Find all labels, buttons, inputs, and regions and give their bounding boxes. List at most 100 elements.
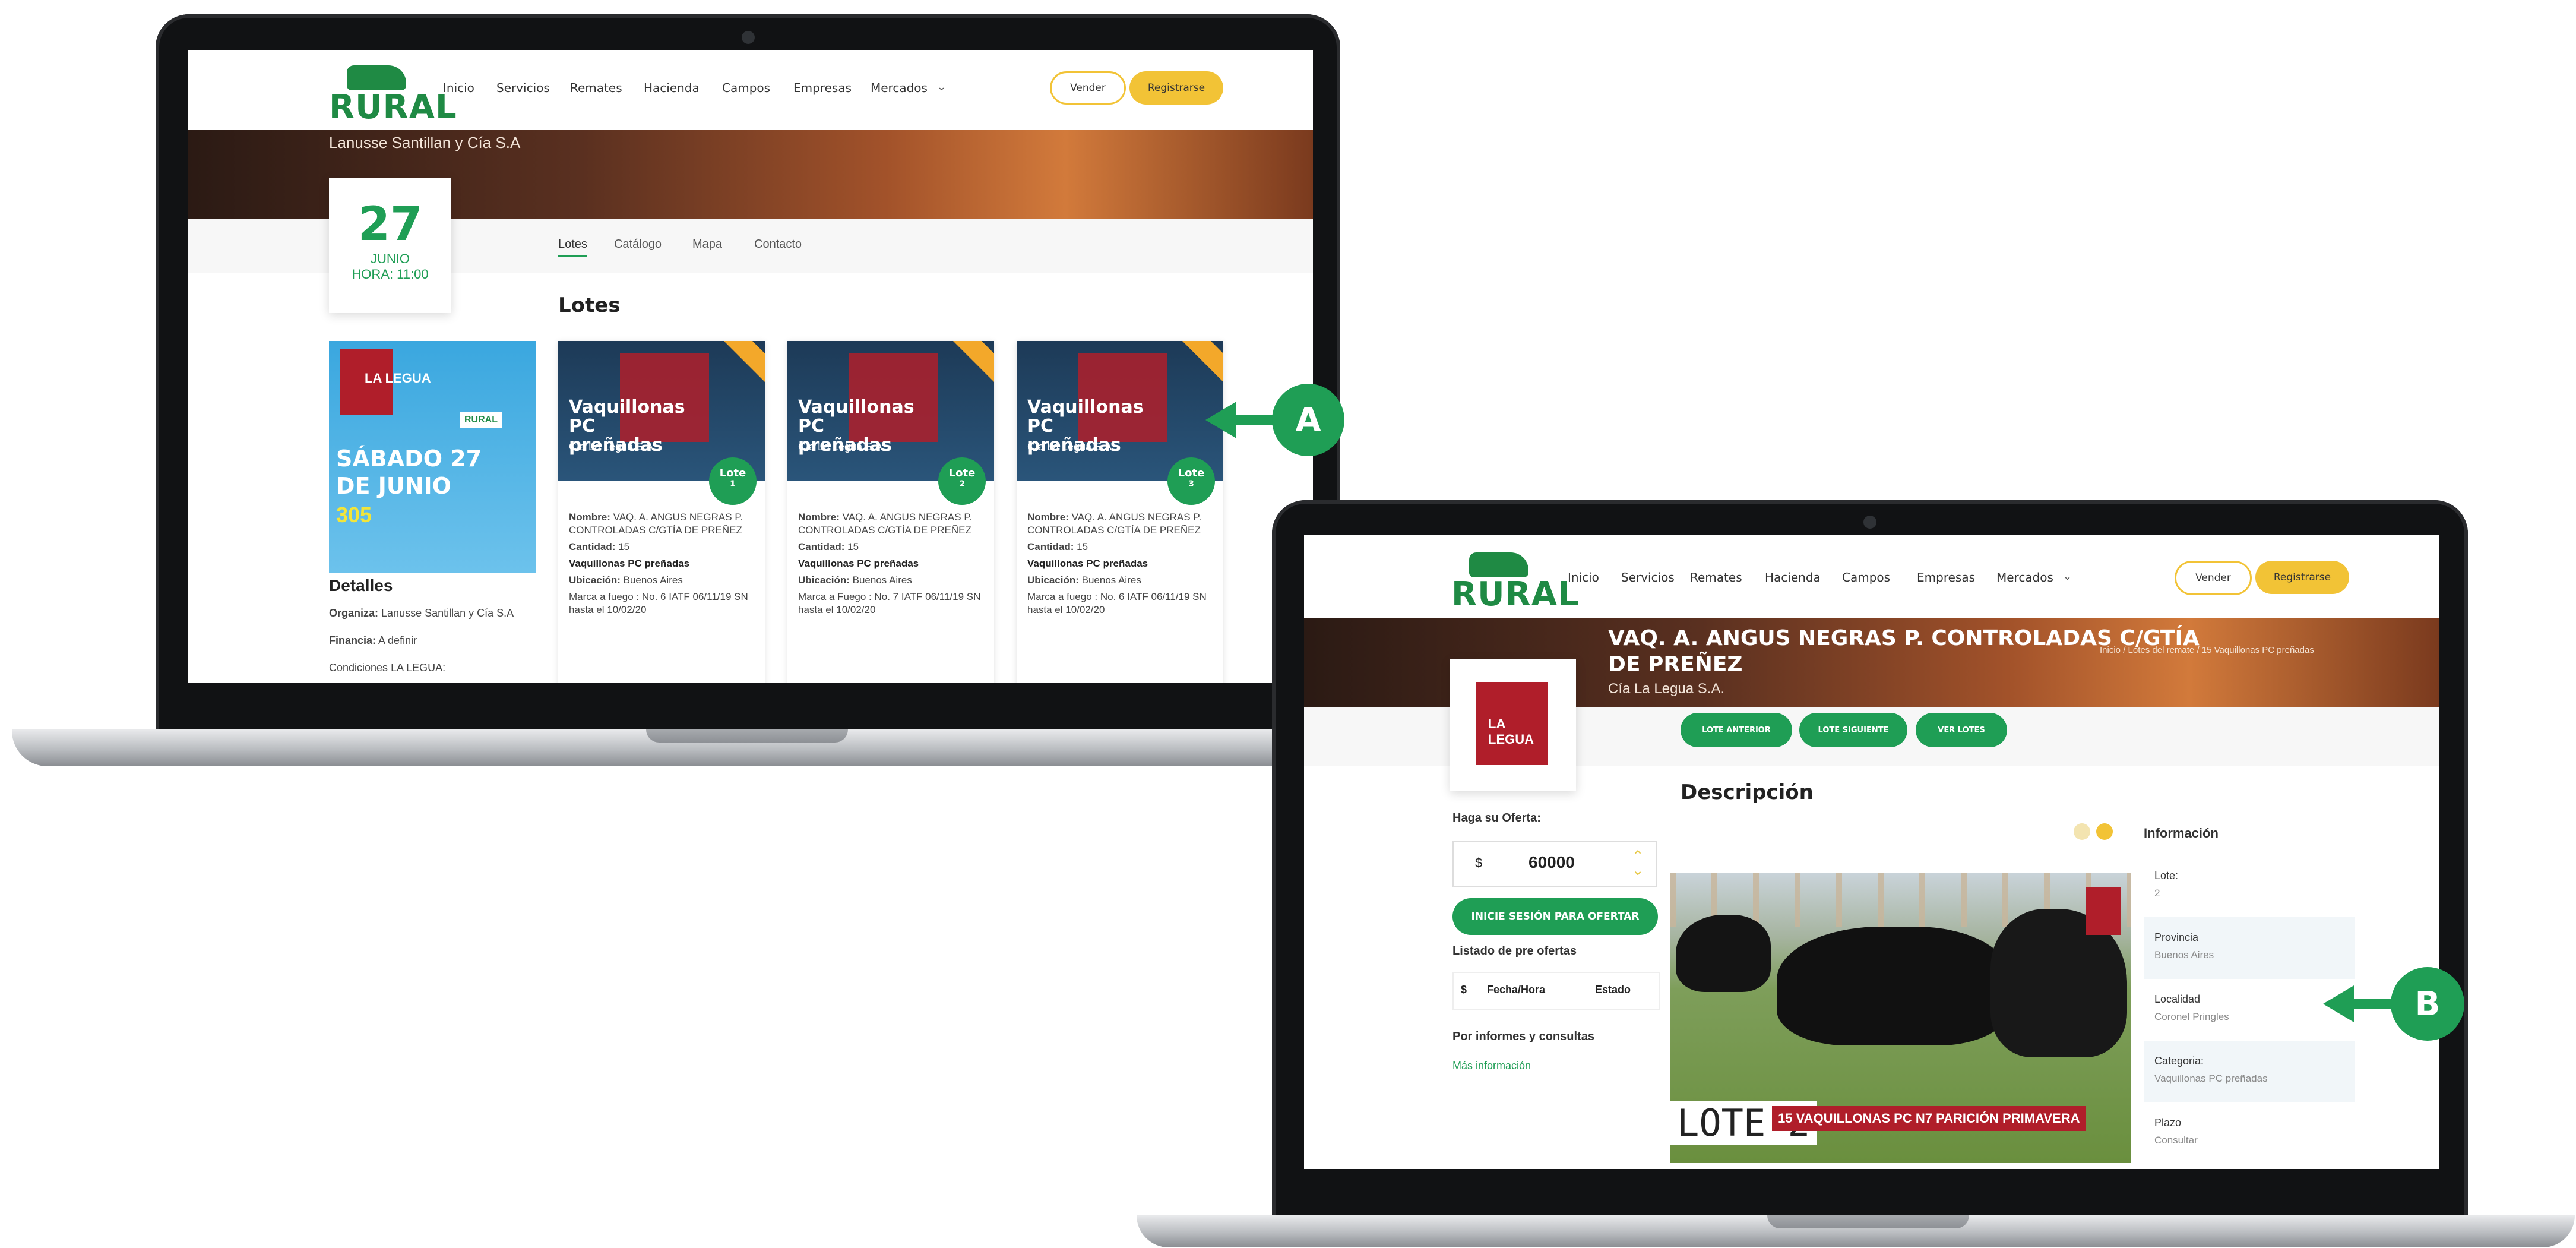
lot-title-line2: DE PREÑEZ xyxy=(1608,652,1743,677)
callout-a-arrowhead xyxy=(1205,402,1236,438)
pre-offers-table-header: $ Fecha/Hora Estado xyxy=(1452,972,1660,1010)
nav-campos[interactable]: Campos xyxy=(1842,570,1890,584)
lot-card-seller: Cía La Legua S.A. xyxy=(1027,441,1115,453)
registrarse-button[interactable]: Registrarse xyxy=(1129,71,1223,105)
lot-cantidad: Cantidad: 15 xyxy=(798,541,986,554)
nav-campos[interactable]: Campos xyxy=(722,81,770,95)
nav-inicio[interactable]: Inicio xyxy=(443,81,474,95)
prev-media-icon[interactable] xyxy=(2074,823,2090,840)
cantidad-label: Cantidad: xyxy=(1027,541,1074,552)
site-logo[interactable]: RURAL xyxy=(329,62,457,127)
nav-mercados[interactable]: Mercados xyxy=(871,81,928,95)
nav-mercados[interactable]: Mercados xyxy=(1996,570,2053,584)
cow-logo-icon xyxy=(347,65,406,90)
registrarse-button-b[interactable]: Registrarse xyxy=(2255,561,2349,594)
breadcrumb-current: 15 Vaquillonas PC preñadas xyxy=(2201,645,2314,655)
col-currency: $ xyxy=(1461,984,1467,996)
lot-categoria: Vaquillonas PC preñadas xyxy=(798,558,919,569)
lot-nombre: Nombre: VAQ. A. ANGUS NEGRAS P. CONTROLA… xyxy=(1027,511,1215,537)
tab-contacto[interactable]: Contacto xyxy=(754,238,802,251)
lot-video[interactable]: LOTE 2 15 VAQUILLONAS PC N7 PARICIÓN PRI… xyxy=(1670,873,2131,1163)
lot-card-body: Nombre: VAQ. A. ANGUS NEGRAS P. CONTROLA… xyxy=(798,511,986,617)
nav-empresas[interactable]: Empresas xyxy=(1917,570,1975,584)
vender-button-b[interactable]: Vender xyxy=(2175,561,2252,595)
nav-hacienda[interactable]: Hacienda xyxy=(644,81,700,95)
next-lot-button[interactable]: LOTE SIGUIENTE xyxy=(1799,713,1907,747)
offer-currency: $ xyxy=(1475,855,1483,870)
nav-servicios[interactable]: Servicios xyxy=(1621,570,1675,584)
nav-servicios[interactable]: Servicios xyxy=(496,81,550,95)
poster-count: 305 xyxy=(336,503,372,527)
tab-lotes[interactable]: Lotes xyxy=(558,238,587,257)
mas-info-link[interactable]: Más información xyxy=(1452,1060,1531,1072)
date-box: 27 JUNIO HORA: 11:00 xyxy=(329,178,451,313)
financia-label: Financia: xyxy=(329,634,376,646)
lot-badge-number: 2 xyxy=(959,479,965,489)
nav-hacienda[interactable]: Hacienda xyxy=(1765,570,1821,584)
login-to-offer-button[interactable]: INICIE SESIÓN PARA OFERTAR xyxy=(1452,898,1658,935)
lot-card-body: Nombre: VAQ. A. ANGUS NEGRAS P. CONTROLA… xyxy=(569,511,757,617)
date-day: 27 xyxy=(357,198,423,251)
lot-card[interactable]: Vaquillonas PC preñadas Cía La Legua S.A.… xyxy=(1017,341,1223,683)
chevron-down-icon: ⌄ xyxy=(2063,570,2072,582)
lot-badge-number: 1 xyxy=(730,479,736,489)
ubicacion-label: Ubicación: xyxy=(1027,574,1079,586)
logo-text-b: RURAL xyxy=(1451,575,1580,614)
info-item: Categoria: Vaquillonas PC preñadas xyxy=(2144,1041,2355,1102)
tab-mapa[interactable]: Mapa xyxy=(692,238,722,251)
info-item-value: Coronel Pringles xyxy=(2154,1011,2229,1022)
ubicacion-label: Ubicación: xyxy=(798,574,850,586)
lot-ubicacion: Ubicación: Buenos Aires xyxy=(1027,574,1215,587)
lot-ubicacion: Ubicación: Buenos Aires xyxy=(569,574,757,587)
poster-subtitle: DE JUNIO xyxy=(336,473,451,499)
info-item: Lote: 2 xyxy=(2144,855,2355,917)
auction-poster[interactable]: LA LEGUA RURAL SÁBADO 27 DE JUNIO 305 xyxy=(329,341,536,573)
lot-card-seller: Cía La Legua S.A. xyxy=(569,441,657,453)
tab-catalogo[interactable]: Catálogo xyxy=(614,238,662,251)
col-date: Fecha/Hora xyxy=(1487,984,1546,996)
lot-marca: Marca a fuego : No. 6 IATF 06/11/19 SN h… xyxy=(569,591,748,615)
details-heading: Detalles xyxy=(329,576,393,595)
site-logo-b[interactable]: RURAL xyxy=(1451,549,1579,614)
stepper-icon[interactable]: ⌃ ⌄ xyxy=(1632,849,1644,878)
info-item: Provincia Buenos Aires xyxy=(2144,917,2355,979)
lot-badge: Lote 3 xyxy=(1167,457,1215,505)
info-item: Plazo Consultar xyxy=(2144,1102,2355,1164)
lot-cantidad: Cantidad: 15 xyxy=(569,541,757,554)
info-item-value: Buenos Aires xyxy=(2154,949,2214,961)
laptop-a-camera xyxy=(742,31,755,44)
breadcrumb-lotes[interactable]: Lotes del remate xyxy=(2128,645,2195,655)
prev-lot-button[interactable]: LOTE ANTERIOR xyxy=(1681,713,1792,747)
lot-badge: Lote 1 xyxy=(709,457,757,505)
next-media-icon[interactable] xyxy=(2096,823,2113,840)
nav-remates[interactable]: Remates xyxy=(570,81,622,95)
lot-seller: Cía La Legua S.A. xyxy=(1608,681,1725,697)
cantidad-value: 15 xyxy=(618,541,630,552)
lot-nombre: Nombre: VAQ. A. ANGUS NEGRAS P. CONTROLA… xyxy=(798,511,986,537)
details-financia: Financia: A definir xyxy=(329,634,417,647)
lot-card[interactable]: Vaquillonas PC preñadas Cía La Legua S.A.… xyxy=(787,341,994,683)
ubicacion-label: Ubicación: xyxy=(569,574,621,586)
nav-inicio[interactable]: Inicio xyxy=(1568,570,1599,584)
info-item-label: Provincia xyxy=(2154,931,2199,943)
cantidad-value: 15 xyxy=(1077,541,1088,552)
nav-remates[interactable]: Remates xyxy=(1690,570,1742,584)
nav-empresas[interactable]: Empresas xyxy=(793,81,852,95)
cantidad-label: Cantidad: xyxy=(798,541,845,552)
laptop-b-screen: RURAL Inicio Servicios Remates Hacienda … xyxy=(1304,535,2439,1169)
info-item-value: Consultar xyxy=(2154,1135,2198,1146)
la-legua-logo-text: LA LEGUA xyxy=(1488,716,1534,747)
cantidad-value: 15 xyxy=(847,541,859,552)
lot-marca: Marca a Fuego : No. 7 IATF 06/11/19 SN h… xyxy=(798,591,981,615)
lot-ribbon xyxy=(1173,341,1223,408)
cantidad-label: Cantidad: xyxy=(569,541,616,552)
callout-a: A xyxy=(1272,384,1344,456)
view-lots-button[interactable]: VER LOTES xyxy=(1916,713,2007,747)
chevron-down-icon: ⌄ xyxy=(937,81,947,93)
offer-input[interactable]: $ 60000 ⌃ ⌄ xyxy=(1452,841,1657,887)
lot-badge-number: 3 xyxy=(1188,479,1194,489)
seller-logo-box: LA LEGUA xyxy=(1450,659,1576,791)
lot-card[interactable]: Vaquillonas PC preñadas Cía La Legua S.A.… xyxy=(558,341,765,683)
vender-button[interactable]: Vender xyxy=(1050,71,1126,105)
breadcrumb-inicio[interactable]: Inicio xyxy=(2100,645,2121,655)
